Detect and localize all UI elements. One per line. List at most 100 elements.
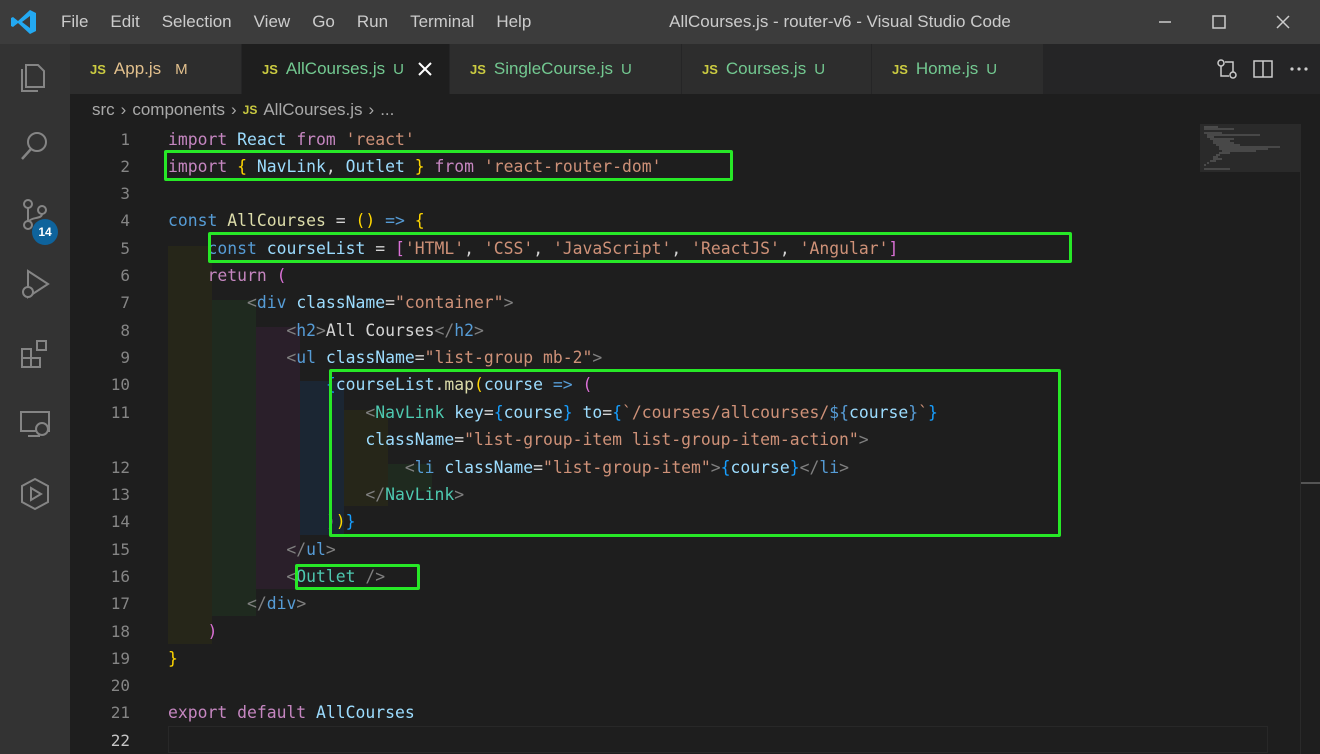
line-number: 21: [110, 703, 130, 722]
close-window-button[interactable]: [1256, 0, 1310, 44]
js-file-icon: JS: [262, 61, 278, 77]
line-number: 14: [110, 512, 130, 531]
current-line-highlight: [168, 726, 1268, 753]
chevron-right-icon: ›: [120, 100, 127, 119]
line-number: 3: [120, 184, 130, 203]
breadcrumb-file[interactable]: AllCourses.js: [263, 100, 362, 120]
code-line-8: <h2>All Courses</h2>: [286, 321, 484, 340]
js-file-icon: JS: [90, 61, 106, 77]
line-number: 7: [120, 293, 130, 312]
menu-go[interactable]: Go: [301, 0, 346, 44]
extensions-icon[interactable]: [15, 334, 55, 374]
code-line-7: <div className="container">: [246, 293, 514, 312]
breadcrumb-more[interactable]: ...: [380, 100, 394, 120]
breadcrumb-src[interactable]: src: [92, 100, 115, 120]
run-debug-icon[interactable]: [15, 264, 55, 304]
line-number-current: 22: [110, 731, 130, 750]
line-number: 11: [110, 403, 130, 422]
menu-file[interactable]: File: [50, 0, 99, 44]
split-editor-icon[interactable]: [1252, 58, 1274, 80]
js-file-icon: JS: [892, 61, 908, 77]
js-file-icon: JS: [702, 61, 718, 77]
menu-bar: File Edit Selection View Go Run Terminal…: [50, 0, 542, 44]
maximize-button[interactable]: [1192, 0, 1246, 44]
close-tab-icon[interactable]: [418, 62, 432, 76]
highlight-box-outlet: [295, 564, 420, 590]
tab-bar: JS App.js M JS AllCourses.js U JS Single…: [70, 44, 1320, 94]
line-number: 13: [110, 485, 130, 504]
code-line-4: const AllCourses = () => {: [168, 211, 425, 230]
line-number: 10: [110, 375, 130, 394]
minimize-icon: [1159, 21, 1171, 23]
menu-selection[interactable]: Selection: [151, 0, 243, 44]
js-file-icon: JS: [470, 61, 486, 77]
tab-status: U: [620, 60, 632, 78]
menu-view[interactable]: View: [243, 0, 302, 44]
line-number: 12: [110, 458, 130, 477]
tab-app-js[interactable]: JS App.js M: [70, 44, 242, 94]
code-line-19: }: [168, 649, 178, 668]
editor-actions: [1216, 44, 1310, 94]
tab-status: U: [393, 60, 404, 78]
tab-label: AllCourses.js: [285, 59, 386, 78]
breadcrumb-components[interactable]: components: [132, 100, 225, 120]
line-number: 16: [110, 567, 130, 586]
tab-home-js[interactable]: JS Home.js U: [872, 44, 1044, 94]
js-file-icon: JS: [242, 103, 258, 117]
tab-singlecourse-js[interactable]: JS SingleCourse.js U: [450, 44, 682, 94]
menu-run[interactable]: Run: [346, 0, 399, 44]
vscode-logo-icon: [11, 10, 36, 34]
line-number: 9: [120, 348, 130, 367]
remote-explorer-icon[interactable]: [15, 404, 55, 444]
tab-status: U: [814, 60, 826, 78]
code-line-17: </div>: [246, 594, 307, 613]
code-line-9: <ul className="list-group mb-2">: [286, 348, 603, 367]
code-line-18: ): [207, 622, 218, 641]
code-line-15: </ul>: [286, 540, 336, 559]
code-line-1: import React from 'react': [168, 130, 415, 149]
line-number: 1: [120, 130, 130, 149]
activity-bar: 14: [0, 44, 70, 754]
line-number: 18: [110, 622, 130, 641]
tab-label: Courses.js: [725, 59, 807, 78]
window-title: AllCourses.js - router-v6 - Visual Studi…: [669, 12, 1011, 31]
line-number: 6: [120, 266, 130, 285]
code-line-6: return (: [207, 266, 287, 285]
maximize-icon: [1212, 15, 1226, 29]
more-actions-icon[interactable]: [1288, 58, 1310, 80]
menu-terminal[interactable]: Terminal: [399, 0, 485, 44]
line-number: 5: [120, 239, 130, 258]
tab-label: Home.js: [915, 59, 979, 78]
highlight-box-imports: [164, 150, 733, 181]
line-number: 2: [120, 157, 130, 176]
vertical-scrollbar[interactable]: [1300, 124, 1320, 754]
menu-edit[interactable]: Edit: [99, 0, 150, 44]
search-icon[interactable]: [15, 126, 55, 166]
line-number: 17: [110, 594, 130, 613]
tab-label: SingleCourse.js: [493, 59, 613, 78]
code-line-21: export default AllCourses: [168, 703, 415, 722]
highlight-box-courselist: [208, 232, 1072, 263]
breadcrumb: src › components › JS AllCourses.js › ..…: [92, 96, 394, 124]
tab-courses-js[interactable]: JS Courses.js U: [682, 44, 872, 94]
line-number: 15: [110, 540, 130, 559]
code-editor[interactable]: 1 2 3 4 5 6 7 8 9 10 11 12 13 14 15 16 1…: [70, 124, 1320, 754]
chevron-right-icon: ›: [368, 100, 375, 119]
line-number: 19: [110, 649, 130, 668]
menu-help[interactable]: Help: [485, 0, 542, 44]
tab-allcourses-js[interactable]: JS AllCourses.js U: [242, 44, 450, 94]
source-control-badge: 14: [32, 219, 58, 245]
compare-changes-icon[interactable]: [1216, 58, 1238, 80]
line-number: 4: [120, 211, 130, 230]
minimize-button[interactable]: [1138, 0, 1192, 44]
title-bar: File Edit Selection View Go Run Terminal…: [0, 0, 1320, 44]
minimap[interactable]: [1200, 124, 1300, 184]
close-icon: [1276, 15, 1290, 29]
tab-status: U: [986, 60, 998, 78]
deploy-icon[interactable]: [15, 474, 55, 514]
explorer-icon[interactable]: [15, 56, 55, 96]
chevron-right-icon: ›: [230, 100, 237, 119]
scroll-position-marker: [1301, 482, 1320, 484]
code-line-14: ))}: [325, 512, 356, 531]
line-number: 20: [110, 676, 130, 695]
